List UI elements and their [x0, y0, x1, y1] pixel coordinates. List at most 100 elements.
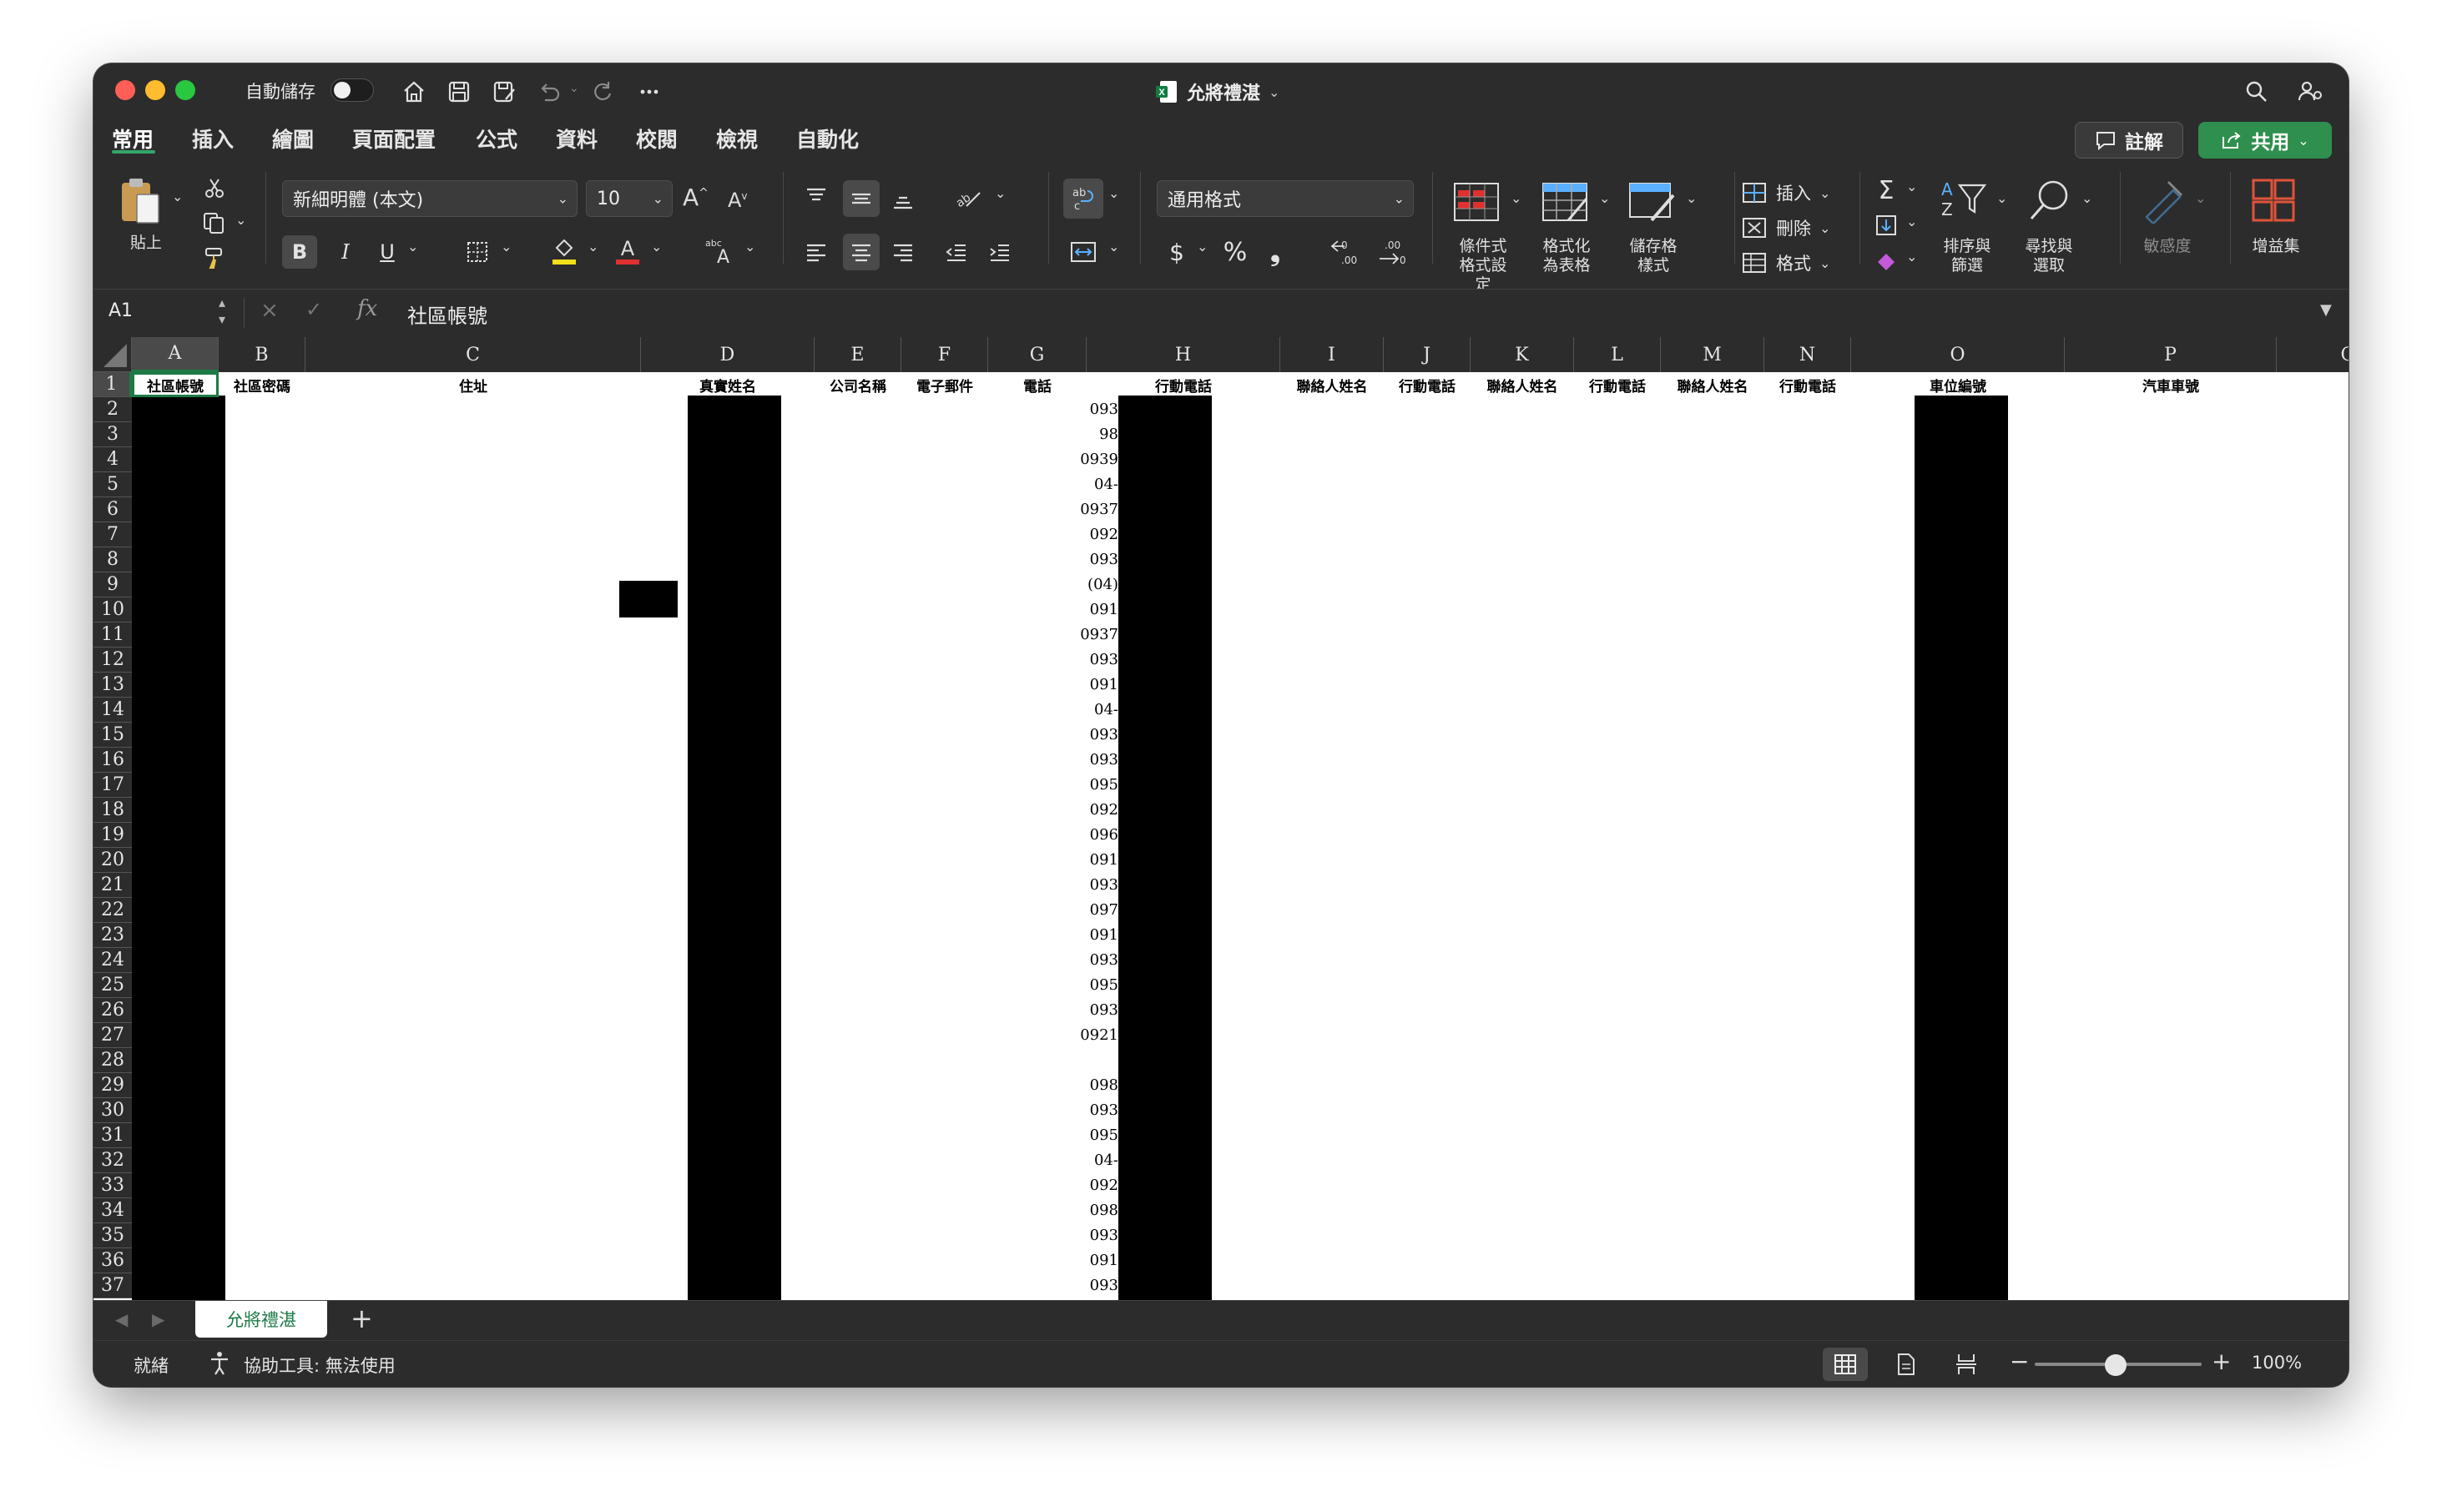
format-as-table-icon[interactable]	[1537, 175, 1592, 229]
home-icon[interactable]	[397, 75, 431, 108]
font-size-dropdown[interactable]: 10 ⌄	[586, 180, 673, 217]
row-header-13[interactable]: 13	[93, 673, 132, 698]
align-left-icon[interactable]	[800, 235, 833, 269]
column-header-f[interactable]: F	[901, 337, 988, 372]
row-header-1[interactable]: 1	[93, 372, 132, 397]
underline-button[interactable]: U	[372, 235, 402, 269]
phone-fragment[interactable]: (04)	[1087, 576, 1118, 593]
phone-fragment[interactable]: 091	[1090, 926, 1118, 944]
tab-draw[interactable]: 繪圖	[272, 123, 314, 154]
phone-fragment[interactable]: 093	[1090, 876, 1118, 894]
name-box-stepper-icon[interactable]: ▴ ▾	[219, 295, 225, 328]
normal-view-icon[interactable]	[1823, 1348, 1868, 1381]
phone-fragment[interactable]: 093	[1090, 951, 1118, 969]
save-as-icon[interactable]	[487, 75, 521, 108]
currency-button[interactable]: $	[1163, 235, 1190, 269]
row-header-12[interactable]: 12	[93, 648, 132, 673]
header-cell-k[interactable]: 聯絡人姓名	[1471, 372, 1574, 397]
next-sheet-icon[interactable]: ▶	[152, 1309, 164, 1329]
row-header-22[interactable]: 22	[93, 898, 132, 923]
phone-fragment[interactable]: 091	[1090, 1252, 1118, 1269]
cell-styles-chevron-down-icon[interactable]: ⌄	[1686, 190, 1697, 206]
column-header-q[interactable]: Q	[2277, 337, 2349, 372]
currency-chevron-down-icon[interactable]: ⌄	[1197, 239, 1208, 255]
phone-fragment[interactable]: 092	[1090, 801, 1118, 819]
tab-review[interactable]: 校閱	[636, 123, 678, 154]
phone-fragment[interactable]: 093	[1090, 551, 1118, 568]
decrease-indent-icon[interactable]	[940, 235, 973, 269]
column-header-i[interactable]: I	[1280, 337, 1384, 372]
phone-fragment[interactable]: 095	[1090, 976, 1118, 994]
phone-fragment[interactable]: 092	[1090, 526, 1118, 543]
phone-fragment[interactable]: 093	[1090, 1227, 1118, 1244]
clear-icon[interactable]	[1871, 245, 1901, 275]
header-cell-g[interactable]: 電話	[988, 372, 1087, 397]
addins-icon[interactable]	[2247, 175, 2300, 225]
fill-chevron-down-icon[interactable]: ⌄	[1906, 214, 1917, 229]
phone-fragment[interactable]: 093	[1090, 726, 1118, 743]
find-select-icon[interactable]	[2023, 175, 2076, 225]
decrease-decimal-icon[interactable]: .00 0	[1374, 235, 1412, 269]
increase-font-size-icon[interactable]: A^	[683, 184, 709, 211]
sort-chevron-down-icon[interactable]: ⌄	[1996, 190, 2007, 206]
page-layout-view-icon[interactable]	[1888, 1348, 1925, 1381]
phone-fragment[interactable]: 0937	[1080, 501, 1118, 518]
row-header-25[interactable]: 25	[93, 973, 132, 998]
align-top-icon[interactable]	[800, 180, 833, 214]
row-header-23[interactable]: 23	[93, 923, 132, 948]
tab-data[interactable]: 資料	[556, 123, 598, 154]
row-header-35[interactable]: 35	[93, 1223, 132, 1248]
paste-chevron-down-icon[interactable]: ⌄	[172, 189, 183, 204]
row-header-11[interactable]: 11	[93, 622, 132, 648]
align-right-icon[interactable]	[886, 235, 920, 269]
header-cell-e[interactable]: 公司名稱	[815, 372, 901, 397]
status-accessibility[interactable]: 協助工具: 無法使用	[244, 1353, 396, 1378]
more-icon[interactable]	[633, 75, 666, 108]
column-header-j[interactable]: J	[1384, 337, 1471, 372]
phonetic-guide-icon[interactable]: abc A	[699, 234, 738, 269]
phone-fragment[interactable]: 04-	[1094, 701, 1118, 718]
number-format-dropdown[interactable]: 通用格式 ⌄	[1157, 180, 1414, 217]
header-cell-j[interactable]: 行動電話	[1384, 372, 1471, 397]
row-header-17[interactable]: 17	[93, 773, 132, 798]
phone-fragment[interactable]: 096	[1090, 826, 1118, 844]
wrap-text-icon[interactable]: ab c	[1063, 179, 1103, 219]
phone-fragment[interactable]: 091	[1090, 601, 1118, 618]
minimize-window-button[interactable]	[145, 80, 165, 100]
close-window-button[interactable]	[115, 80, 135, 100]
zoom-in-icon[interactable]: +	[2212, 1348, 2231, 1375]
row-header-16[interactable]: 16	[93, 748, 132, 773]
phone-fragment[interactable]: 093	[1090, 1277, 1118, 1294]
phone-fragment[interactable]: 095	[1090, 776, 1118, 794]
phonetic-chevron-down-icon[interactable]: ⌄	[744, 239, 755, 255]
header-cell-o[interactable]: 車位編號	[1851, 372, 2065, 397]
phone-fragment[interactable]: 092	[1090, 1177, 1118, 1194]
cut-icon[interactable]	[200, 174, 229, 202]
row-header-21[interactable]: 21	[93, 873, 132, 898]
merge-chevron-down-icon[interactable]: ⌄	[1108, 239, 1119, 255]
undo-icon[interactable]	[532, 75, 566, 108]
column-header-g[interactable]: G	[988, 337, 1087, 372]
share-button[interactable]: 共用 ⌄	[2198, 122, 2332, 159]
sheet-tab-active[interactable]: 允將禮湛	[195, 1301, 327, 1338]
header-cell-q[interactable]	[2277, 372, 2349, 397]
comma-button[interactable]: ❟	[1262, 235, 1289, 269]
phone-fragment[interactable]: 0939	[1080, 451, 1118, 468]
phone-fragment[interactable]: 98	[1099, 426, 1118, 443]
conditional-chevron-down-icon[interactable]: ⌄	[1511, 190, 1521, 206]
account-settings-icon[interactable]	[2293, 75, 2327, 108]
header-cell-b[interactable]: 社區密碼	[219, 372, 305, 397]
phone-fragment[interactable]: 095	[1090, 1126, 1118, 1144]
cancel-entry-icon[interactable]: ×	[260, 298, 279, 323]
autosave-toggle[interactable]	[330, 78, 374, 102]
column-header-b[interactable]: B	[219, 337, 305, 372]
row-header-9[interactable]: 9	[93, 572, 132, 597]
accessibility-icon[interactable]	[207, 1349, 232, 1379]
row-header-8[interactable]: 8	[93, 547, 132, 572]
increase-indent-icon[interactable]	[983, 235, 1017, 269]
phone-fragment[interactable]: 098	[1090, 1202, 1118, 1219]
decrease-font-size-icon[interactable]: Av	[728, 189, 748, 212]
select-all-corner[interactable]	[93, 337, 132, 372]
column-header-e[interactable]: E	[815, 337, 901, 372]
header-cell-l[interactable]: 行動電話	[1574, 372, 1661, 397]
